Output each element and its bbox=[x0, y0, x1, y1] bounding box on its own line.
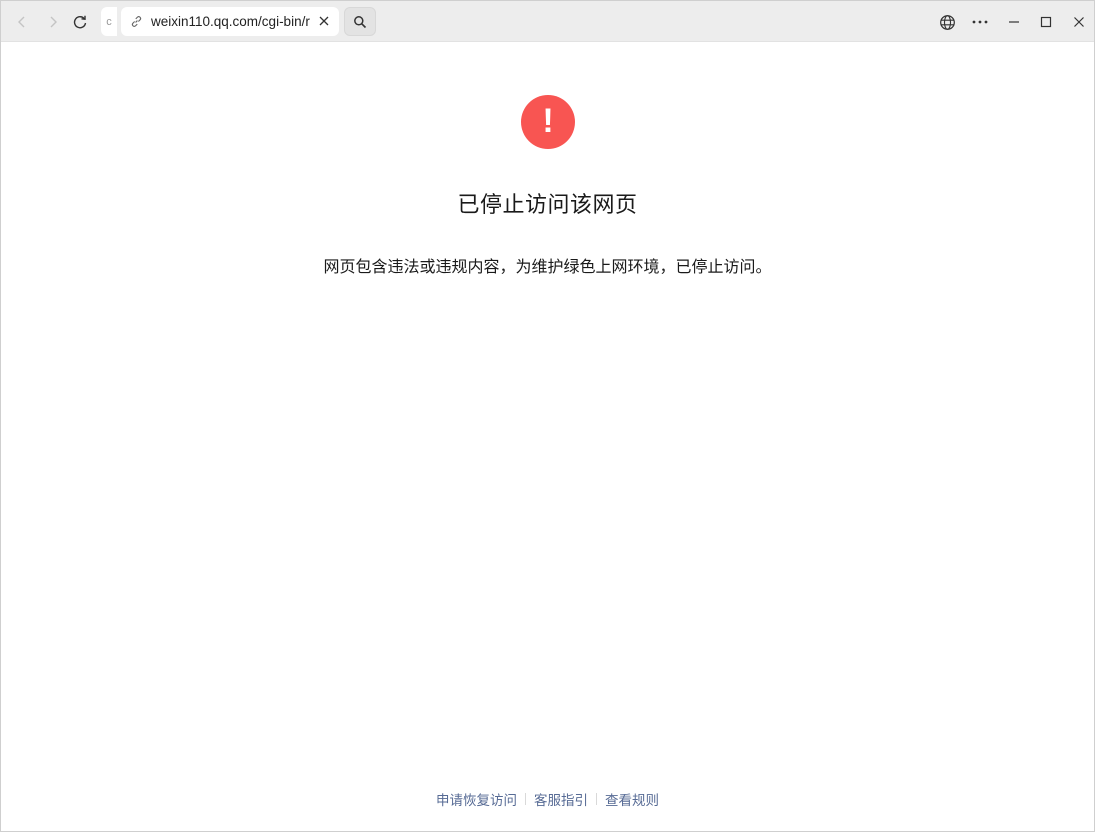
page-description: 网页包含违法或违规内容，为维护绿色上网环境，已停止访问。 bbox=[323, 257, 772, 276]
more-horizontal-icon bbox=[972, 20, 988, 24]
search-icon bbox=[354, 15, 367, 28]
search-button[interactable] bbox=[344, 7, 376, 36]
more-button[interactable] bbox=[967, 9, 993, 35]
address-bar[interactable]: weixin110.qq.com/cgi-bin/r bbox=[121, 7, 339, 36]
page-content: ! 已停止访问该网页 网页包含违法或违规内容，为维护绿色上网环境，已停止访问。 … bbox=[1, 42, 1094, 832]
globe-icon bbox=[939, 14, 955, 30]
divider bbox=[596, 793, 597, 805]
url-text[interactable]: weixin110.qq.com/cgi-bin/r bbox=[151, 14, 311, 29]
forward-button[interactable] bbox=[40, 9, 66, 35]
minimize-icon bbox=[1009, 21, 1019, 23]
translate-button[interactable] bbox=[934, 9, 960, 35]
link-icon bbox=[131, 16, 142, 27]
alert-icon: ! bbox=[521, 95, 575, 149]
chevron-left-icon bbox=[18, 16, 25, 28]
page-title: 已停止访问该网页 bbox=[457, 193, 638, 218]
request-restore-link[interactable]: 申请恢复访问 bbox=[436, 789, 517, 809]
browser-window: c weixin110.qq.com/cgi-bin/r ! 已停止访问该网页 … bbox=[0, 0, 1095, 832]
maximize-button[interactable] bbox=[1033, 9, 1059, 35]
close-icon[interactable] bbox=[318, 15, 330, 27]
minimize-button[interactable] bbox=[1001, 9, 1027, 35]
tab-stub-label: c bbox=[106, 15, 112, 28]
browser-toolbar: c weixin110.qq.com/cgi-bin/r bbox=[1, 1, 1094, 42]
tab-stub[interactable]: c bbox=[101, 7, 117, 36]
alert-glyph: ! bbox=[542, 102, 554, 140]
close-icon bbox=[1074, 17, 1084, 27]
divider bbox=[525, 793, 526, 805]
close-window-button[interactable] bbox=[1066, 9, 1092, 35]
view-rules-link[interactable]: 查看规则 bbox=[605, 789, 659, 809]
customer-service-link[interactable]: 客服指引 bbox=[534, 789, 588, 809]
back-button[interactable] bbox=[9, 9, 35, 35]
chevron-right-icon bbox=[50, 16, 57, 28]
reload-icon bbox=[73, 15, 87, 29]
maximize-icon bbox=[1040, 16, 1052, 28]
footer-links: 申请恢复访问 客服指引 查看规则 bbox=[1, 789, 1094, 809]
reload-button[interactable] bbox=[67, 9, 93, 35]
